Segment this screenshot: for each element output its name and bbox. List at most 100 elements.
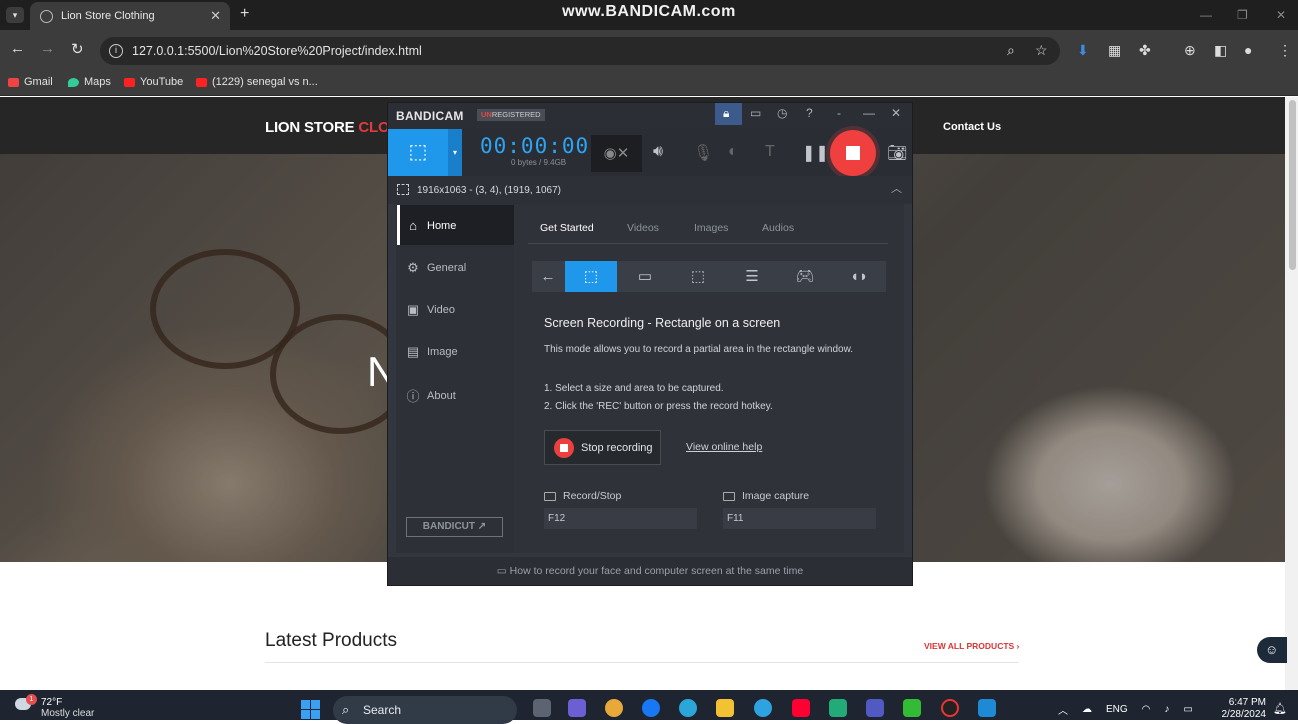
mouse-area-mode-icon[interactable]: ⬚ (672, 261, 724, 292)
minimize-icon[interactable]: — (863, 106, 875, 120)
weather-desc: Mostly clear (41, 708, 95, 719)
webcam-off-icon[interactable]: ◉✕ (591, 135, 642, 172)
zoom-icon[interactable]: ⌕ (1007, 42, 1015, 59)
view-all-products-link[interactable]: VIEW ALL PRODUCTS › (924, 641, 1019, 651)
minimize-icon[interactable]: — (1200, 8, 1212, 22)
chrome-icon[interactable] (605, 699, 623, 717)
bookmark-star-icon[interactable]: ☆ (1035, 42, 1048, 59)
forward-icon[interactable]: → (40, 40, 55, 57)
telegram-icon[interactable] (754, 699, 772, 717)
capture-hotkey-field[interactable]: F11 (723, 508, 876, 529)
clock-icon[interactable]: ◷ (777, 106, 787, 120)
bookmark-youtube-video[interactable]: (1229) senegal vs n... (196, 76, 318, 88)
rectangle-mode-button[interactable]: ⬚ (388, 129, 448, 176)
device-mode-icon[interactable]: ☰ (726, 261, 778, 292)
game-mode-icon[interactable]: 🎮︎ (779, 261, 831, 292)
site-brand[interactable]: LION STORE CLO (265, 119, 390, 136)
teams-chat-icon[interactable] (568, 699, 586, 717)
volume-icon[interactable]: ♪ (1164, 704, 1169, 715)
brand-text: LION STORE (265, 119, 359, 136)
tab-images[interactable]: Images (694, 222, 728, 234)
fullscreen-mode-icon[interactable]: ▭ (619, 261, 671, 292)
downloads-icon[interactable]: ⊕ (1184, 42, 1196, 59)
chatbot-icon[interactable]: ☺ (1257, 637, 1287, 663)
tab-get-started[interactable]: Get Started (540, 222, 594, 234)
sidebar-item-label: General (427, 262, 467, 274)
battery-icon[interactable]: ▭ (1183, 704, 1192, 715)
stop-record-button[interactable] (830, 130, 876, 176)
mouse-effect-icon[interactable]: ◐ (728, 143, 738, 161)
site-info-icon[interactable]: i (109, 44, 123, 58)
task-view-icon[interactable] (533, 699, 551, 717)
folder-icon[interactable]: ▭ (750, 106, 761, 120)
youtube-app-icon[interactable] (792, 699, 810, 717)
back-arrow-icon[interactable]: ← (532, 261, 564, 292)
audio-only-mode-icon[interactable]: ◖◗ (833, 261, 885, 292)
tip-text: How to record your face and computer scr… (509, 565, 804, 577)
cloud-icon[interactable]: ☁ (1082, 704, 1092, 715)
extensions-puzzle-icon[interactable]: ✤ (1139, 42, 1151, 59)
address-bar[interactable]: i 127.0.0.1:5500/Lion%20Store%20Project/… (100, 37, 1060, 65)
reload-icon[interactable]: ↻ (71, 40, 84, 58)
sidebar-item-home[interactable]: ⌂ Home (406, 218, 456, 233)
rectangle-mode-icon[interactable]: ⬚ (565, 261, 617, 292)
edge-icon[interactable] (679, 699, 697, 717)
bandicut-button[interactable]: BANDICUT ↗ (406, 517, 503, 537)
help-icon[interactable]: ? (806, 106, 813, 120)
windows-start-icon[interactable] (301, 700, 321, 720)
tab-audios[interactable]: Audios (762, 222, 794, 234)
side-panel-icon[interactable]: ◧ (1214, 42, 1227, 59)
notification-bell-icon[interactable]: 🔔︎ (1273, 702, 1287, 715)
stop-recording-button[interactable]: Stop recording (544, 430, 661, 465)
mode-dropdown-icon[interactable]: ▾ (448, 129, 462, 176)
git-icon[interactable] (903, 699, 921, 717)
sidebar-item-about[interactable]: ⓘ About (406, 386, 455, 405)
language-indicator[interactable]: ENG (1106, 704, 1128, 715)
recording-timer: 00:00:00 (480, 134, 590, 158)
bandicam-tip-footer[interactable]: ▭ How to record your face and computer s… (388, 557, 912, 585)
vscode-icon[interactable] (978, 699, 996, 717)
bandicam-taskbar-icon[interactable] (941, 699, 959, 717)
text-overlay-icon[interactable]: T (765, 143, 775, 161)
info-icon: ⓘ (406, 389, 420, 404)
capture-hotkey-label: Image capture (723, 490, 809, 502)
extension-grid-icon[interactable]: ▦ (1108, 42, 1121, 59)
menu-kebab-icon[interactable]: ⋮ (1278, 42, 1292, 59)
facebook-icon[interactable] (642, 699, 660, 717)
scrollbar-thumb[interactable] (1289, 100, 1296, 270)
maximize-icon[interactable]: ❐ (1237, 8, 1248, 22)
sidebar-item-video[interactable]: ▣ Video (406, 302, 455, 318)
bookmark-maps[interactable]: Maps (68, 76, 111, 88)
profile-avatar[interactable]: ● (1244, 42, 1252, 58)
bandicam-titlebar (388, 103, 912, 129)
nav-contact-link[interactable]: Contact Us (943, 121, 1001, 133)
mic-off-icon[interactable]: 🎙︎ (693, 143, 713, 163)
store-grid-icon[interactable] (829, 699, 847, 717)
teams-icon[interactable] (866, 699, 884, 717)
tray-chevron-icon[interactable]: ︿ (1058, 702, 1068, 717)
bookmark-gmail[interactable]: Gmail (8, 76, 53, 88)
record-hotkey-field[interactable]: F12 (544, 508, 697, 529)
online-help-link[interactable]: View online help (686, 441, 762, 453)
home-icon: ⌂ (409, 218, 417, 233)
sidebar-item-label: Image (427, 346, 458, 358)
gear-icon: ⚙ (407, 260, 419, 275)
pause-icon[interactable]: ❚❚ (802, 143, 829, 163)
taskbar-clock[interactable]: 6:47 PM 2/28/2024 (1218, 697, 1267, 721)
wifi-icon[interactable]: ◠ (1142, 704, 1151, 715)
close-icon[interactable]: ✕ (891, 106, 901, 120)
screenshot-camera-icon[interactable]: 📷︎ (887, 143, 907, 163)
sidebar-item-image[interactable]: ▤ Image (406, 344, 458, 360)
bookmark-youtube[interactable]: YouTube (124, 76, 183, 88)
close-window-icon[interactable]: ✕ (1276, 8, 1286, 22)
collapse-chevron-icon[interactable]: ︿ (891, 180, 902, 196)
weather-widget[interactable]: 72°F Mostly clear (41, 697, 94, 719)
tab-videos[interactable]: Videos (627, 222, 659, 234)
url-text: 127.0.0.1:5500/Lion%20Store%20Project/in… (132, 44, 422, 58)
back-icon[interactable]: ← (10, 40, 25, 57)
sidebar-item-general[interactable]: ⚙ General (406, 260, 466, 276)
speaker-icon[interactable]: 🔊︎ (653, 143, 663, 161)
tray-minimize-icon[interactable]: - (837, 106, 841, 120)
file-explorer-icon[interactable] (716, 699, 734, 717)
extension-download-icon[interactable]: ⬇ (1077, 42, 1089, 59)
